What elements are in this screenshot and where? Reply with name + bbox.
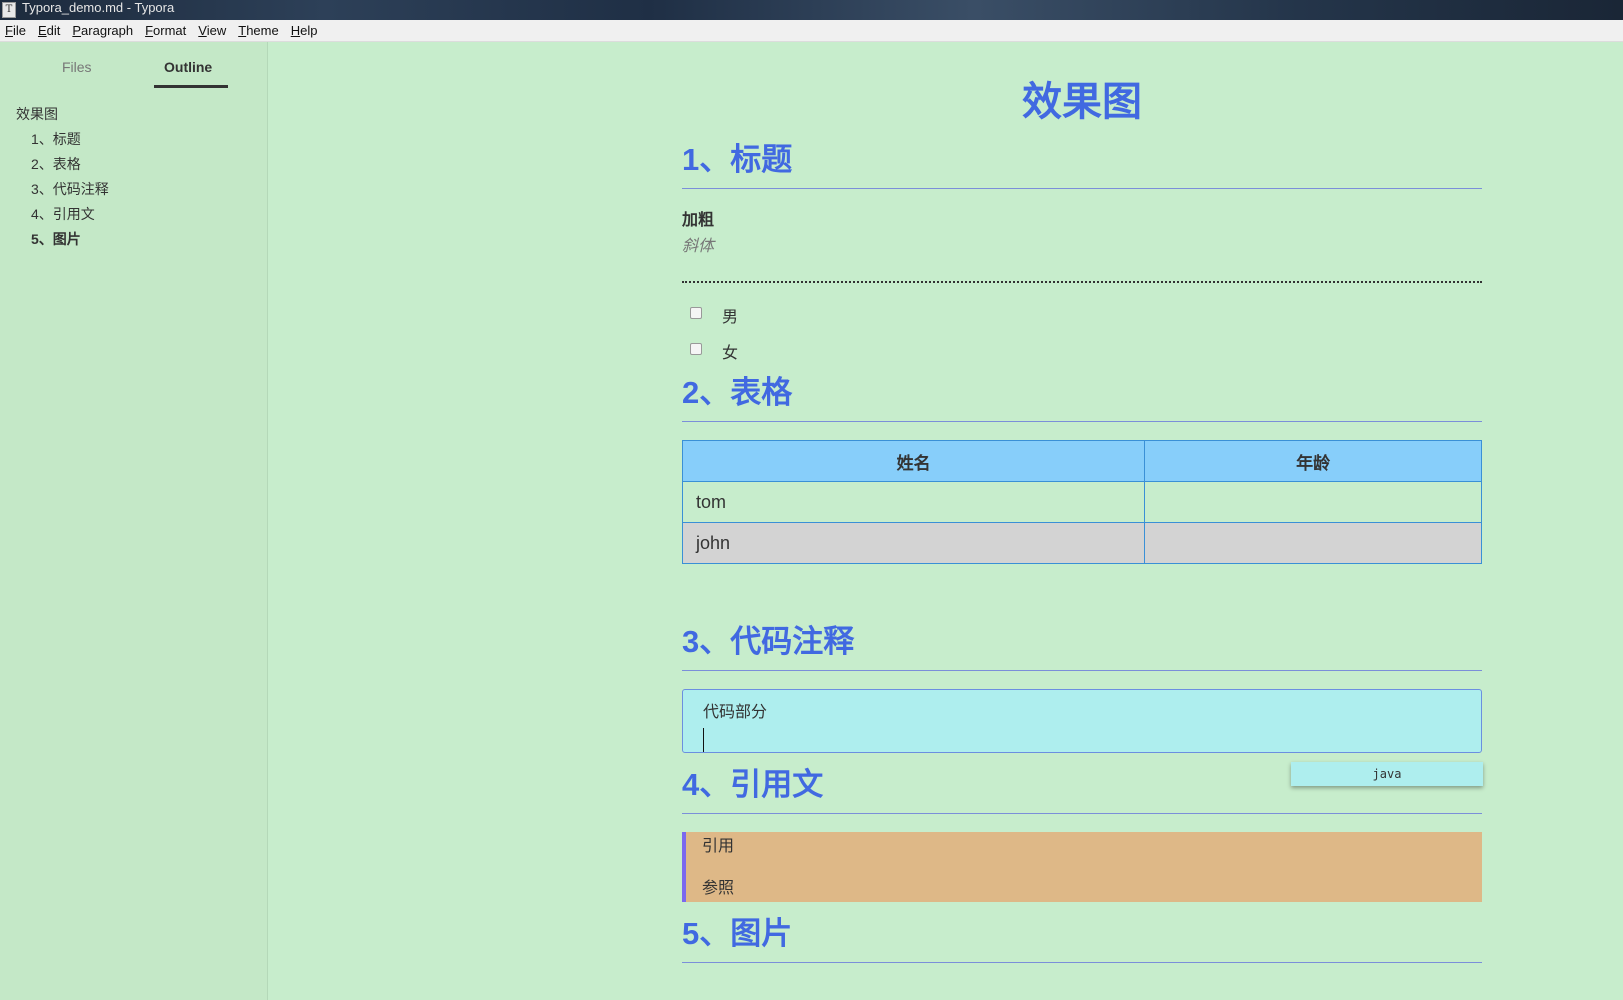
data-table: 姓名 年龄 tom john	[681, 440, 1482, 564]
menu-bar: File Edit Paragraph Format View Theme He…	[0, 20, 1623, 42]
blockquote: 引用 参照	[682, 832, 1482, 902]
outline-item-image[interactable]: 5、图片	[0, 227, 267, 252]
menu-format[interactable]: Format	[145, 23, 186, 38]
quote-line: 参照	[702, 880, 735, 897]
sidebar-tabs: Files Outline	[0, 42, 267, 90]
outline-item-quote[interactable]: 4、引用文	[0, 202, 267, 227]
heading-section-3: 3、代码注释	[682, 622, 1482, 671]
heading-section-1: 1、标题	[682, 140, 1482, 189]
outline-item-table[interactable]: 2、表格	[0, 152, 267, 177]
document-editor[interactable]: 效果图 1、标题 加粗 斜体 男 女 2、表格 姓名 年龄 tom john 3…	[681, 42, 1483, 963]
active-tab-indicator	[154, 85, 228, 88]
title-bar: T Typora_demo.md - Typora	[0, 0, 1623, 20]
table-cell[interactable]	[1144, 522, 1482, 564]
table-cell[interactable]	[1144, 481, 1482, 523]
outline-item-root[interactable]: 效果图	[0, 102, 267, 127]
menu-paragraph[interactable]: Paragraph	[72, 23, 133, 38]
table-cell[interactable]: tom	[681, 481, 1146, 523]
outline-item-headings[interactable]: 1、标题	[0, 127, 267, 152]
task-label: 男	[722, 309, 739, 326]
text-caret	[703, 728, 704, 752]
menu-theme[interactable]: Theme	[238, 23, 278, 38]
menu-view[interactable]: View	[198, 23, 226, 38]
outline-item-code[interactable]: 3、代码注释	[0, 177, 267, 202]
task-item: 男	[682, 297, 1482, 333]
task-checkbox[interactable]	[690, 343, 702, 355]
italic-text: 斜体	[682, 238, 715, 255]
menu-edit[interactable]: Edit	[38, 23, 60, 38]
horizontal-rule	[682, 281, 1482, 283]
code-language-input[interactable]: java	[1291, 762, 1483, 786]
table-header-cell[interactable]: 姓名	[681, 440, 1146, 482]
table-header-row: 姓名 年龄	[681, 440, 1482, 482]
sidebar: Files Outline 效果图 1、标题 2、表格 3、代码注释 4、引用文…	[0, 42, 268, 1000]
heading-section-2: 2、表格	[682, 373, 1482, 422]
quote-line: 引用	[702, 838, 735, 855]
bold-text: 加粗	[682, 212, 715, 229]
heading-section-5: 5、图片	[682, 914, 1482, 963]
typora-app-icon[interactable]: T	[2, 2, 16, 18]
window-title: Typora_demo.md - Typora	[22, 0, 175, 15]
task-item: 女	[682, 333, 1482, 369]
tab-outline[interactable]: Outline	[164, 59, 212, 75]
code-content: 代码部分	[703, 704, 768, 721]
task-label: 女	[722, 345, 739, 362]
outline-list: 效果图 1、标题 2、表格 3、代码注释 4、引用文 5、图片	[0, 102, 267, 252]
code-block[interactable]: 代码部分 java	[682, 689, 1483, 786]
task-checkbox[interactable]	[690, 307, 702, 319]
page-title: 效果图	[1022, 80, 1142, 124]
table-row: john	[681, 522, 1482, 564]
menu-file[interactable]: File	[5, 23, 26, 38]
menu-help[interactable]: Help	[291, 23, 318, 38]
table-cell[interactable]: john	[681, 522, 1146, 564]
table-row: tom	[681, 481, 1482, 523]
tab-files[interactable]: Files	[62, 59, 92, 75]
table-header-cell[interactable]: 年龄	[1144, 440, 1482, 482]
